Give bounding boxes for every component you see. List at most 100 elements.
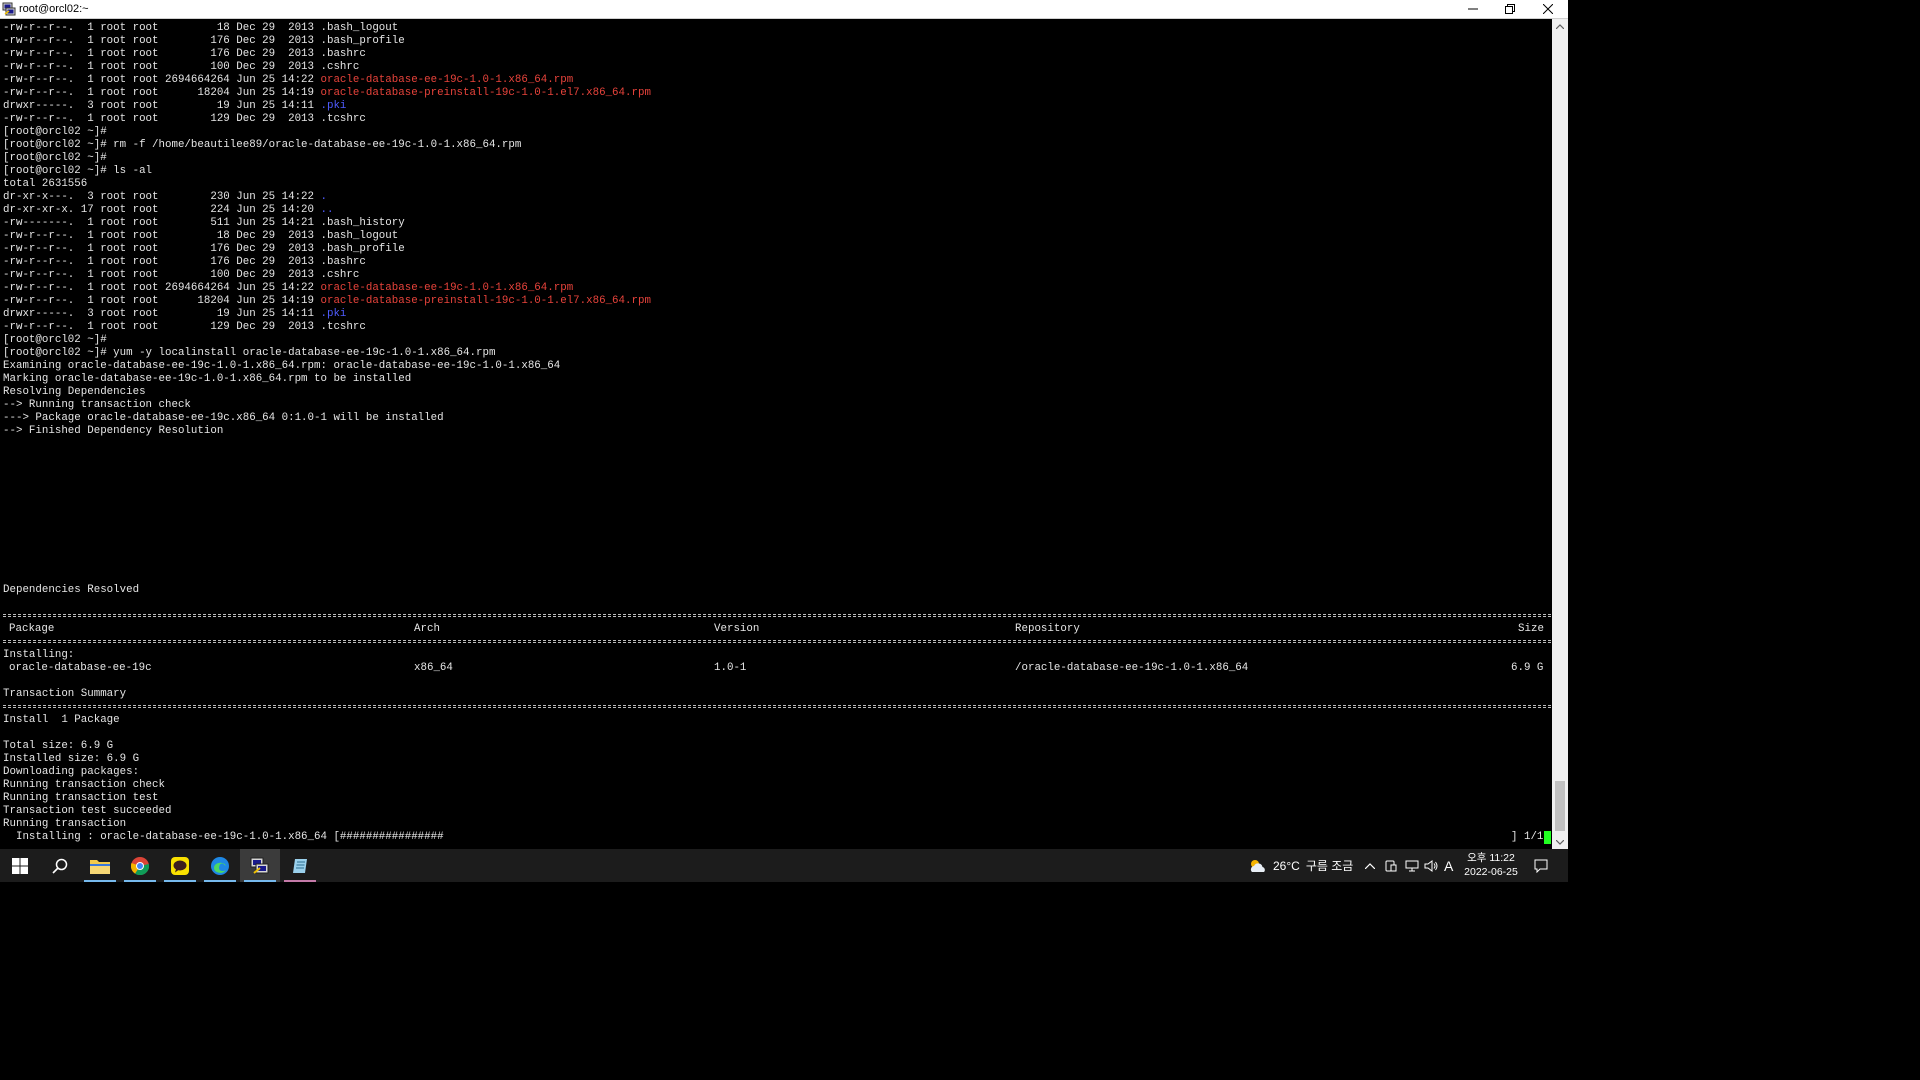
terminal-text: -rw-r--r--. 1 root root 176 Dec 29 2013 … (3, 243, 405, 255)
weather-description: 구름 조금 (1305, 859, 1354, 873)
terminal-line: Examining oracle-database-ee-19c-1.0-1.x… (3, 360, 651, 373)
terminal-text: Resolving Dependencies (3, 386, 146, 398)
notepad-icon (293, 858, 307, 873)
col-header-size: Size (1518, 623, 1544, 635)
terminal-line: --> Running transaction check (3, 399, 651, 412)
terminal-text: -rw-r--r--. 1 root root 18 Dec 29 2013 .… (3, 230, 399, 242)
taskbar-chrome[interactable] (120, 849, 160, 882)
terminal-line: -rw-r--r--. 1 root root 100 Dec 29 2013 … (3, 269, 651, 282)
terminal-line: [root@orcl02 ~]# ls -al (3, 165, 651, 178)
terminal-line: [root@orcl02 ~]# (3, 334, 651, 347)
terminal-text: Examining oracle-database-ee-19c-1.0-1.x… (3, 360, 561, 372)
tail-line: Running transaction check (3, 779, 165, 791)
terminal-text: -rw-r--r--. 1 root root 18 Dec 29 2013 .… (3, 22, 399, 34)
tail-line: Total size: 6.9 G (3, 740, 114, 752)
col-header-package: Package (9, 623, 55, 635)
terminal-line: -rw-r--r--. 1 root root 129 Dec 29 2013 … (3, 321, 651, 334)
terminal-output[interactable]: -rw-r--r--. 1 root root 18 Dec 29 2013 .… (0, 19, 1552, 849)
vertical-scrollbar[interactable] (1552, 19, 1568, 849)
directory-name: . (320, 191, 327, 203)
terminal-line: [root@orcl02 ~]# (3, 152, 651, 165)
terminal-line: -rw-r--r--. 1 root root 18204 Jun 25 14:… (3, 87, 651, 100)
terminal-line: drwxr-----. 3 root root 19 Jun 25 14:11 … (3, 308, 651, 321)
chevron-down-icon (1556, 839, 1564, 845)
restore-button[interactable] (1492, 0, 1528, 18)
terminal-line: -rw-r--r--. 1 root root 176 Dec 29 2013 … (3, 256, 651, 269)
scroll-down-button[interactable] (1552, 835, 1568, 849)
installing-label: Installing: (3, 649, 75, 661)
close-button[interactable] (1530, 0, 1566, 18)
terminal-text: -rw-r--r--. 1 root root 100 Dec 29 2013 … (3, 269, 360, 281)
row-size: 6.9 G (1511, 662, 1544, 674)
scroll-up-button[interactable] (1552, 19, 1568, 33)
terminal-text: [root@orcl02 ~]# yum -y localinstall ora… (3, 347, 496, 359)
install-progress-text: Installing : oracle-database-ee-19c-1.0-… (3, 831, 444, 843)
tray-volume-button[interactable] (1424, 849, 1438, 882)
terminal-text: -rw-r--r--. 1 root root 176 Dec 29 2013 … (3, 48, 366, 60)
tray-network-button[interactable] (1405, 849, 1419, 882)
start-button[interactable] (0, 849, 40, 882)
search-icon (52, 858, 68, 874)
taskbar-kakaotalk[interactable] (160, 849, 200, 882)
windows-taskbar: 26°C 구름 조금 A 오후 11:22 2022-06-25 (0, 849, 1568, 882)
row-version: 1.0-1 (714, 662, 747, 674)
running-indicator (84, 880, 116, 882)
terminal-line: -rw-r--r--. 1 root root 176 Dec 29 2013 … (3, 243, 651, 256)
windows-logo-icon (12, 857, 28, 874)
terminal-text: --> Finished Dependency Resolution (3, 425, 224, 437)
notifications-button[interactable] (1534, 849, 1548, 882)
chrome-icon (131, 856, 149, 875)
taskbar-app[interactable] (280, 849, 320, 882)
row-package: oracle-database-ee-19c (9, 662, 152, 674)
show-hidden-icons-button[interactable] (1365, 849, 1375, 882)
running-indicator (164, 880, 196, 882)
terminal-line: -rw-r--r--. 1 root root 2694664264 Jun 2… (3, 282, 651, 295)
terminal-text: dr-xr-xr-x. 17 root root 224 Jun 25 14:2… (3, 204, 321, 216)
terminal-scrollback: -rw-r--r--. 1 root root 18 Dec 29 2013 .… (3, 22, 651, 438)
taskbar-clock[interactable]: 오후 11:22 2022-06-25 (1452, 851, 1530, 879)
table-top-rule (3, 614, 1551, 617)
directory-name: .pki (320, 100, 347, 112)
terminal-text: Marking oracle-database-ee-19c-1.0-1.x86… (3, 373, 412, 385)
tray-device-button[interactable] (1385, 849, 1397, 882)
putty-app-icon[interactable] (2, 2, 16, 16)
terminal-line: -rw-r--r--. 1 root root 18 Dec 29 2013 .… (3, 230, 651, 243)
clock-date: 2022-06-25 (1464, 866, 1518, 878)
dependencies-resolved-text: Dependencies Resolved (3, 584, 140, 596)
terminal-line: Marking oracle-database-ee-19c-1.0-1.x86… (3, 373, 651, 386)
taskbar-edge[interactable] (200, 849, 240, 882)
taskbar-putty[interactable] (240, 849, 280, 882)
putty-icon (250, 857, 269, 874)
clock-time: 오후 11:22 (1467, 852, 1515, 864)
terminal-line: ---> Package oracle-database-ee-19c.x86_… (3, 412, 651, 425)
terminal-cursor (1544, 831, 1551, 844)
kakaotalk-icon (171, 856, 189, 875)
col-header-repository: Repository (1015, 623, 1080, 635)
terminal-text: -rw-r--r--. 1 root root 2694664264 Jun 2… (3, 282, 321, 294)
terminal-line: --> Finished Dependency Resolution (3, 425, 651, 438)
terminal-text: -rw-r--r--. 1 root root 18204 Jun 25 14:… (3, 87, 321, 99)
minimize-icon (1468, 8, 1478, 10)
weather-widget[interactable]: 26°C 구름 조금 (1248, 849, 1353, 882)
terminal-line: drwxr-----. 3 root root 19 Jun 25 14:11 … (3, 100, 651, 113)
search-button[interactable] (40, 849, 80, 882)
network-icon (1405, 860, 1419, 871)
terminal-text: -rw-r--r--. 1 root root 18204 Jun 25 14:… (3, 295, 321, 307)
chevron-up-icon (1556, 23, 1564, 29)
terminal-text: --> Running transaction check (3, 399, 191, 411)
terminal-text: -rw-r--r--. 1 root root 176 Dec 29 2013 … (3, 256, 366, 268)
table-header-rule (3, 640, 1551, 643)
device-icon (1385, 860, 1397, 871)
terminal-line: total 2631556 (3, 178, 651, 191)
terminal-text: ---> Package oracle-database-ee-19c.x86_… (3, 412, 444, 424)
running-indicator (124, 880, 156, 882)
row-arch: x86_64 (414, 662, 453, 674)
partly-cloudy-icon (1250, 859, 1265, 872)
col-header-arch: Arch (414, 623, 440, 635)
taskbar-file-explorer[interactable] (80, 849, 120, 882)
terminal-text: [root@orcl02 ~]# ls -al (3, 165, 153, 177)
minimize-button[interactable] (1455, 0, 1491, 18)
terminal-text: -rw-r--r--. 1 root root 100 Dec 29 2013 … (3, 61, 360, 73)
scrollbar-thumb[interactable] (1555, 781, 1565, 831)
terminal-line: -rw-r--r--. 1 root root 18 Dec 29 2013 .… (3, 22, 651, 35)
